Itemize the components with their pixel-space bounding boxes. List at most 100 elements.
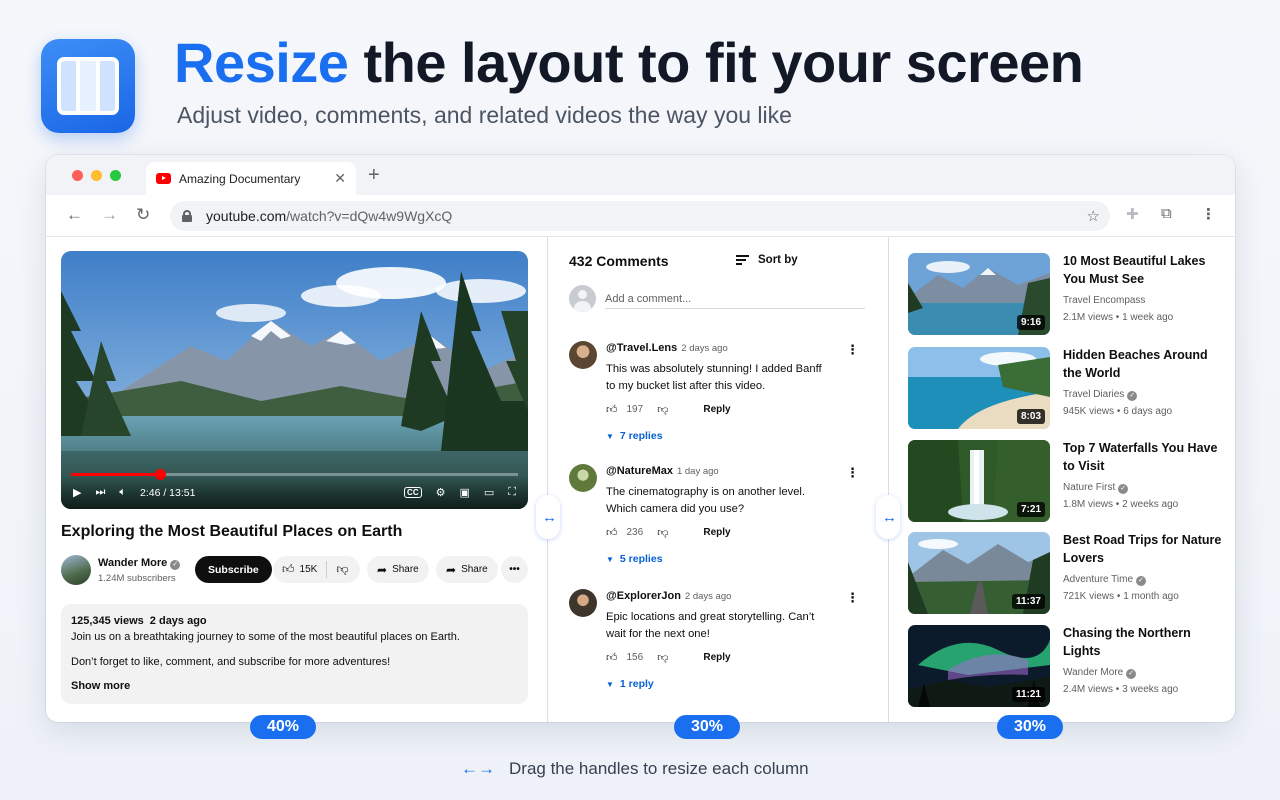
kebab-icon[interactable]: ⋮	[1201, 205, 1216, 223]
captions-icon[interactable]: CC	[404, 487, 422, 498]
channel-avatar[interactable]	[61, 555, 91, 585]
player-controls-right: CC ⚙ ▣ ▭ ⛶	[404, 486, 516, 499]
url-bar[interactable]: youtube.com/watch?v=dQw4w9WgXcQ ☆	[170, 201, 1110, 231]
star-icon[interactable]: ☆	[1087, 207, 1100, 225]
resize-handle-right[interactable]: ↔	[876, 495, 900, 539]
sort-by-button[interactable]: Sort by	[736, 254, 798, 266]
related-channel-name: Adventure Time	[1063, 574, 1134, 585]
comment-header: @Travel.Lens 2 days ago	[606, 342, 728, 354]
arrow-left-icon[interactable]: ←	[66, 205, 83, 225]
video-column: ▶ ⏭ 🔈︎ 2:46 / 13:51 CC ⚙ ▣ ▭ ⛶ Exploring…	[46, 237, 546, 722]
subscribe-button[interactable]: Subscribe	[195, 556, 272, 583]
related-video[interactable]: 11:37 Best Road Trips for Nature Lovers …	[908, 532, 1228, 614]
show-more-link[interactable]: Show more	[71, 679, 518, 694]
comments-column: 432 Comments Sort by @Travel.Lens 2 days …	[547, 237, 887, 722]
chevron-down-icon: ▼	[606, 679, 614, 689]
related-video[interactable]: 9:16 10 Most Beautiful Lakes You Must Se…	[908, 253, 1228, 335]
close-window-dot[interactable]	[72, 170, 83, 181]
hero-title-accent: Resize	[174, 31, 349, 94]
related-channel[interactable]: Travel Encompass	[1063, 295, 1145, 306]
kebab-icon[interactable]: ⋮	[846, 343, 859, 356]
fullscreen-icon[interactable]: ⛶	[508, 486, 516, 499]
hero-title-rest: the layout to fit your screen	[363, 31, 1084, 94]
commenter-avatar[interactable]	[569, 589, 597, 617]
thumbs-down-icon[interactable]: 👎︎	[657, 403, 668, 416]
theater-mode-icon[interactable]: ▭	[484, 486, 494, 499]
more-actions-button[interactable]: •••	[501, 556, 528, 583]
miniplayer-icon[interactable]: ▣	[459, 486, 469, 499]
video-player[interactable]: ▶ ⏭ 🔈︎ 2:46 / 13:51 CC ⚙ ▣ ▭ ⛶	[61, 251, 528, 509]
comment-item: @Travel.Lens 2 days ago ⋮ This was absolu…	[569, 341, 869, 453]
extension-puzzle-icon[interactable]: ✚	[1126, 205, 1139, 223]
next-icon[interactable]: ⏭	[95, 486, 105, 499]
video-column-percent: 40%	[250, 715, 316, 739]
view-replies-button[interactable]: ▼ 5 replies	[606, 553, 663, 565]
description-box[interactable]: 125,345 views 2 days ago Join us on a bre…	[61, 604, 528, 704]
comments-column-percent: 30%	[674, 715, 740, 739]
related-column-percent: 30%	[997, 715, 1063, 739]
thumbs-down-icon[interactable]: 👎︎	[657, 651, 668, 664]
commenter-avatar[interactable]	[569, 341, 597, 369]
like-button[interactable]: 👍︎ 15K	[273, 556, 326, 583]
channel-name[interactable]: Wander More ✓	[98, 557, 181, 570]
tab-bar: Amazing Documentary ✕ +	[46, 155, 1235, 195]
puzzle-icon[interactable]: ⧉	[1161, 205, 1172, 222]
add-comment-input[interactable]	[605, 289, 865, 309]
video-thumbnail[interactable]: 11:37	[908, 532, 1050, 614]
share-button[interactable]: ➦ Share	[367, 556, 429, 583]
minimize-window-dot[interactable]	[91, 170, 102, 181]
kebab-icon[interactable]: ⋮	[846, 591, 859, 604]
thumbs-up-icon[interactable]: 👍︎	[606, 403, 618, 416]
video-duration: 11:37	[1011, 594, 1045, 609]
video-thumbnail[interactable]: 8:03	[908, 347, 1050, 429]
related-channel[interactable]: Nature First ✓	[1063, 482, 1129, 494]
kebab-icon[interactable]: ⋮	[846, 466, 859, 479]
dislike-button[interactable]: 👎︎	[327, 556, 357, 583]
related-title[interactable]: Top 7 Waterfalls You Have to Visit	[1063, 440, 1228, 475]
new-tab-icon[interactable]: +	[368, 164, 380, 187]
maximize-window-dot[interactable]	[110, 170, 121, 181]
like-dislike-group: 👍︎ 15K 👎︎	[273, 556, 360, 583]
volume-icon[interactable]: 🔈︎	[119, 486, 126, 499]
video-thumbnail[interactable]: 7:21	[908, 440, 1050, 522]
reload-icon[interactable]: ↻	[136, 205, 150, 225]
thumbs-down-icon[interactable]: 👎︎	[657, 526, 668, 539]
browser-tab[interactable]: Amazing Documentary ✕	[146, 162, 356, 195]
close-icon[interactable]: ✕	[334, 170, 346, 187]
related-channel[interactable]: Adventure Time ✓	[1063, 574, 1147, 586]
tab-title: Amazing Documentary	[179, 171, 301, 186]
replies-label: 7 replies	[619, 430, 663, 442]
share-button-2[interactable]: ➦ Share	[436, 556, 498, 583]
thumbs-up-icon[interactable]: 👍︎	[606, 526, 618, 539]
arrow-right-icon[interactable]: →	[101, 205, 118, 225]
comment-author[interactable]: @NatureMax	[606, 465, 673, 477]
verified-icon: ✓	[1127, 391, 1138, 401]
reply-button[interactable]: Reply	[703, 404, 730, 415]
related-channel[interactable]: Travel Diaries ✓	[1063, 389, 1138, 401]
comment-like-count: 156	[626, 652, 644, 663]
video-thumbnail[interactable]: 9:16	[908, 253, 1050, 335]
comment-author[interactable]: @ExplorerJon	[606, 590, 681, 602]
related-video[interactable]: 11:21 Chasing the Northern Lights Wander…	[908, 625, 1228, 707]
resize-handle-left[interactable]: ↔	[536, 495, 560, 539]
related-title[interactable]: Chasing the Northern Lights	[1063, 625, 1228, 660]
player-controls: ▶ ⏭ 🔈︎ 2:46 / 13:51 CC ⚙ ▣ ▭ ⛶	[61, 476, 528, 509]
related-title[interactable]: 10 Most Beautiful Lakes You Must See	[1063, 253, 1228, 288]
related-channel[interactable]: Wander More ✓	[1063, 667, 1137, 679]
reply-button[interactable]: Reply	[703, 652, 730, 663]
play-icon[interactable]: ▶	[73, 486, 81, 499]
video-thumbnail[interactable]: 11:21	[908, 625, 1050, 707]
commenter-avatar[interactable]	[569, 464, 597, 492]
view-replies-button[interactable]: ▼ 1 reply	[606, 678, 654, 690]
related-video[interactable]: 7:21 Top 7 Waterfalls You Have to Visit …	[908, 440, 1228, 522]
settings-icon[interactable]: ⚙	[436, 486, 446, 499]
related-video[interactable]: 8:03 Hidden Beaches Around the World Tra…	[908, 347, 1228, 429]
page-content: ▶ ⏭ 🔈︎ 2:46 / 13:51 CC ⚙ ▣ ▭ ⛶ Exploring…	[46, 237, 1235, 722]
related-title[interactable]: Best Road Trips for Nature Lovers	[1063, 532, 1228, 567]
reply-button[interactable]: Reply	[703, 527, 730, 538]
comment-author[interactable]: @Travel.Lens	[606, 342, 677, 354]
view-replies-button[interactable]: ▼ 7 replies	[606, 430, 663, 442]
thumbs-up-icon[interactable]: 👍︎	[606, 651, 618, 664]
related-title[interactable]: Hidden Beaches Around the World	[1063, 347, 1228, 382]
description-line-2: Don’t forget to like, comment, and subsc…	[71, 655, 391, 668]
